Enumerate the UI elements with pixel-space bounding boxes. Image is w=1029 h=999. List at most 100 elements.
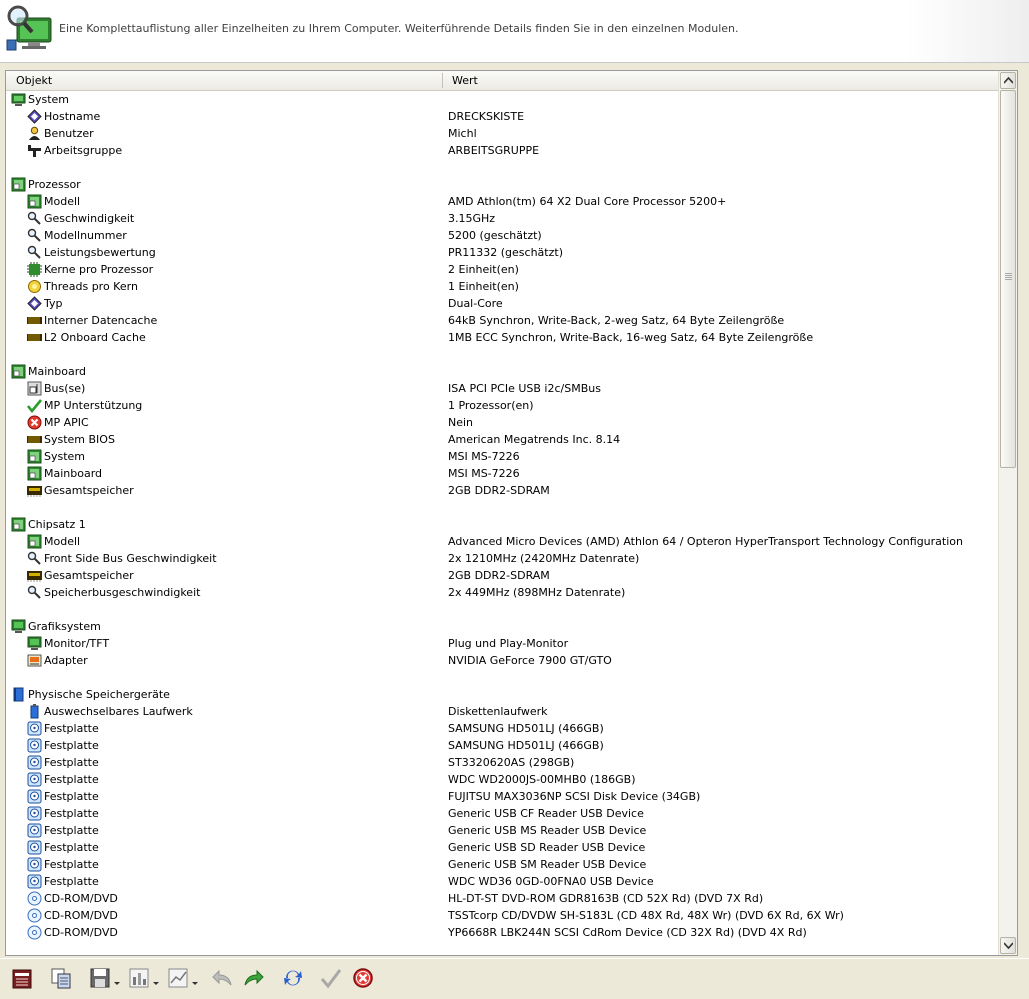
group-row[interactable]: Chipsatz 1 <box>6 516 998 533</box>
list-item[interactable]: Festplatte Generic USB MS Reader USB Devi… <box>6 822 998 839</box>
row-value: 2x 449MHz (898MHz Datenrate) <box>448 586 626 599</box>
list-item[interactable]: Festplatte Generic USB SM Reader USB Devi… <box>6 856 998 873</box>
list-item[interactable]: Gesamtspeicher 2GB DDR2-SDRAM <box>6 567 998 584</box>
list-item[interactable]: Geschwindigkeit 3.15GHz <box>6 210 998 227</box>
list-item[interactable]: CD-ROM/DVD HL-DT-ST DVD-ROM GDR8163B (CD … <box>6 890 998 907</box>
spacer-row <box>6 669 998 686</box>
disk-icon <box>27 840 42 855</box>
list-item[interactable]: Modellnummer 5200 (geschätzt) <box>6 227 998 244</box>
vertical-scrollbar[interactable] <box>998 71 1017 955</box>
list-item[interactable]: Front Side Bus Geschwindigkeit 2x 1210MHz… <box>6 550 998 567</box>
dropdown-arrow-icon[interactable] <box>114 977 120 985</box>
refresh-button[interactable] <box>279 964 307 992</box>
memory-icon <box>27 330 42 345</box>
close-button[interactable] <box>349 964 377 992</box>
chip-icon <box>11 364 26 379</box>
forward-button[interactable] <box>240 964 268 992</box>
group-row[interactable]: Prozessor <box>6 176 998 193</box>
row-value: Generic USB SD Reader USB Device <box>448 841 646 854</box>
list-item[interactable]: Speicherbusgeschwindigkeit 2x 449MHz (898… <box>6 584 998 601</box>
row-label: Benutzer <box>44 127 94 140</box>
list-item[interactable]: MP APIC Nein <box>6 414 998 431</box>
error-icon <box>27 415 42 430</box>
list-item[interactable]: Leistungsbewertung PR11332 (geschätzt) <box>6 244 998 261</box>
list-item[interactable]: Bus(se) ISA PCI PCIe USB i2c/SMBus <box>6 380 998 397</box>
monitor-icon <box>27 636 42 651</box>
list-item[interactable]: Interner Datencache 64kB Synchron, Write-… <box>6 312 998 329</box>
memory-icon <box>27 432 42 447</box>
row-label: Physische Speichergeräte <box>28 688 170 701</box>
list-item[interactable]: Monitor/TFT Plug und Play-Monitor <box>6 635 998 652</box>
save-button[interactable] <box>86 964 114 992</box>
refresh-icon <box>284 970 302 986</box>
column-separator[interactable] <box>442 73 443 88</box>
list-item[interactable]: Festplatte WDC WD2000JS-00MHB0 (186GB) <box>6 771 998 788</box>
ram-icon <box>27 483 42 498</box>
group-row[interactable]: Mainboard <box>6 363 998 380</box>
row-value: MSI MS-7226 <box>448 450 520 463</box>
chip-icon <box>27 194 42 209</box>
group-row[interactable]: Physische Speichergeräte <box>6 686 998 703</box>
copy-button[interactable] <box>47 964 75 992</box>
list-item[interactable]: Gesamtspeicher 2GB DDR2-SDRAM <box>6 482 998 499</box>
row-label: Festplatte <box>44 756 99 769</box>
group-row[interactable]: Grafiksystem <box>6 618 998 635</box>
list-item[interactable]: Hostname DRECKSKISTE <box>6 108 998 125</box>
column-value[interactable]: Wert <box>452 74 478 87</box>
report-button[interactable] <box>8 964 36 992</box>
list-item[interactable]: Modell AMD Athlon(tm) 64 X2 Dual Core Pro… <box>6 193 998 210</box>
list-item[interactable]: MP Unterstützung 1 Prozessor(en) <box>6 397 998 414</box>
list-item[interactable]: Festplatte Generic USB CF Reader USB Devi… <box>6 805 998 822</box>
details-listview[interactable]: Objekt Wert System Hostname DRECKSKISTE Ben… <box>5 70 1018 956</box>
disk-icon <box>27 721 42 736</box>
row-label: Prozessor <box>28 178 81 191</box>
row-value: Advanced Micro Devices (AMD) Athlon 64 /… <box>448 535 963 548</box>
ok-button[interactable] <box>317 964 345 992</box>
row-value: Generic USB CF Reader USB Device <box>448 807 644 820</box>
row-label: Geschwindigkeit <box>44 212 135 225</box>
list-item[interactable]: Festplatte SAMSUNG HD501LJ (466GB) <box>6 737 998 754</box>
group-row[interactable]: System <box>6 91 998 108</box>
list-item[interactable]: CD-ROM/DVD TSSTcorp CD/DVDW SH-S183L (CD … <box>6 907 998 924</box>
list-item[interactable]: Threads pro Kern 1 Einheit(en) <box>6 278 998 295</box>
dropdown-arrow-icon[interactable] <box>153 977 159 985</box>
list-item[interactable]: L2 Onboard Cache 1MB ECC Synchron, Write-… <box>6 329 998 346</box>
list-item[interactable]: Typ Dual-Core <box>6 295 998 312</box>
list-item[interactable]: Festplatte ST3320620AS (298GB) <box>6 754 998 771</box>
chart-button[interactable] <box>125 964 153 992</box>
dropdown-arrow-icon[interactable] <box>192 977 198 985</box>
scroll-up-button[interactable] <box>1000 72 1016 89</box>
memory-icon <box>27 313 42 328</box>
list-item[interactable]: Benutzer Michl <box>6 125 998 142</box>
row-value: American Megatrends Inc. 8.14 <box>448 433 621 446</box>
row-value: 1 Prozessor(en) <box>448 399 534 412</box>
list-item[interactable]: System BIOS American Megatrends Inc. 8.14 <box>6 431 998 448</box>
list-item[interactable]: Festplatte Generic USB SD Reader USB Devi… <box>6 839 998 856</box>
scroll-down-button[interactable] <box>1000 937 1016 954</box>
book-icon <box>11 687 26 702</box>
graph-button[interactable] <box>164 964 192 992</box>
scroll-thumb[interactable] <box>1000 90 1016 468</box>
list-item[interactable]: Mainboard MSI MS-7226 <box>6 465 998 482</box>
list-item[interactable]: CD-ROM/DVD YP6668R LBK244N SCSI CdRom Dev… <box>6 924 998 941</box>
monitor-icon <box>11 619 26 634</box>
chip-icon <box>27 466 42 481</box>
list-item[interactable]: Arbeitsgruppe ARBEITSGRUPPE <box>6 142 998 159</box>
header-banner: Eine Komplettauflistung aller Einzelheit… <box>0 0 1029 63</box>
list-item[interactable]: System MSI MS-7226 <box>6 448 998 465</box>
row-label: Interner Datencache <box>44 314 158 327</box>
list-item[interactable]: Modell Advanced Micro Devices (AMD) Athlo… <box>6 533 998 550</box>
column-object[interactable]: Objekt <box>16 74 52 87</box>
back-button[interactable] <box>208 964 236 992</box>
row-label: Speicherbusgeschwindigkeit <box>44 586 201 599</box>
row-label: CD-ROM/DVD <box>44 926 118 939</box>
row-label: Chipsatz 1 <box>28 518 86 531</box>
list-item[interactable]: Festplatte FUJITSU MAX3036NP SCSI Disk De… <box>6 788 998 805</box>
list-item[interactable]: Auswechselbares Laufwerk Diskettenlaufwer… <box>6 703 998 720</box>
list-item[interactable]: Festplatte WDC WD36 0GD-00FNA0 USB Device <box>6 873 998 890</box>
disk-icon <box>27 874 42 889</box>
list-item[interactable]: Adapter NVIDIA GeForce 7900 GT/GTO <box>6 652 998 669</box>
list-item[interactable]: Kerne pro Prozessor 2 Einheit(en) <box>6 261 998 278</box>
list-item[interactable]: Festplatte SAMSUNG HD501LJ (466GB) <box>6 720 998 737</box>
row-value: Generic USB SM Reader USB Device <box>448 858 647 871</box>
